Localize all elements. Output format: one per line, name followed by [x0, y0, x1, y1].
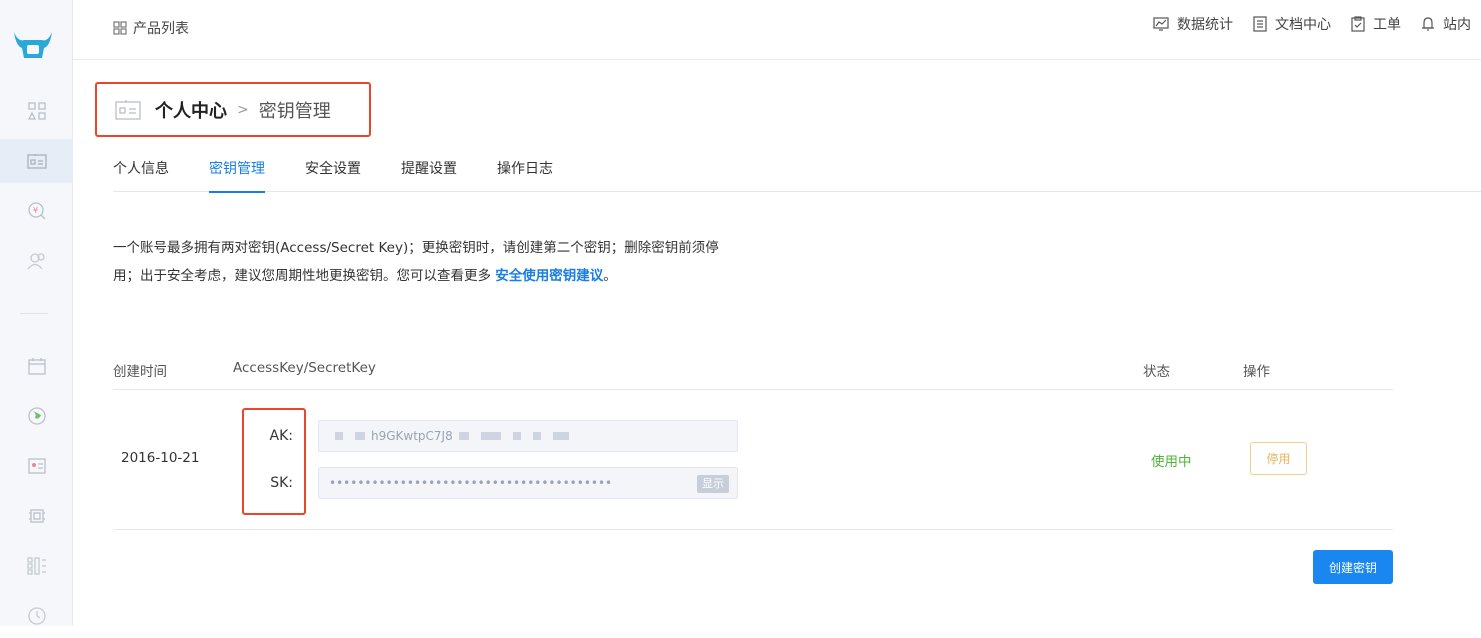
header-keys: AccessKey/SecretKey	[233, 360, 376, 376]
header-status: 状态	[1143, 364, 1170, 380]
breadcrumb: 个人中心 > 密钥管理	[95, 82, 371, 137]
redaction-block	[512, 432, 521, 440]
nav-messages-label: 站内	[1443, 17, 1471, 33]
document-icon	[1253, 16, 1267, 32]
secret-key-masked: ••••••••••••••••••••••••••••••••••••••••	[329, 476, 613, 490]
product-list-link[interactable]: 产品列表	[113, 18, 189, 38]
key-description: 一个账号最多拥有两对密钥(Access/Secret Key)；更换密钥时，请创…	[113, 234, 753, 290]
top-bar: 产品列表 数据统计 文档中心 工单 站内	[73, 0, 1481, 60]
bell-icon	[1422, 17, 1434, 31]
created-date: 2016-10-21	[121, 450, 200, 466]
grid-icon	[113, 21, 127, 35]
top-nav: 数据统计 文档中心 工单 站内	[1153, 14, 1481, 34]
nav-messages[interactable]: 站内	[1421, 14, 1471, 34]
apps-icon[interactable]	[0, 89, 73, 133]
chart-icon	[1153, 17, 1169, 31]
header-action: 操作	[1243, 364, 1270, 380]
row-divider	[113, 529, 1393, 530]
chevron-right-icon: >	[237, 101, 249, 118]
chip-icon[interactable]	[0, 494, 73, 538]
description-line-1: 一个账号最多拥有两对密钥(Access/Secret Key)；更换密钥时，请创…	[113, 240, 719, 256]
grid-list-icon[interactable]	[0, 544, 73, 588]
tab-personal-info[interactable]: 个人信息	[113, 150, 169, 192]
key-label-highlight	[242, 408, 306, 515]
create-key-button[interactable]: 创建密钥	[1313, 550, 1393, 584]
nav-ticket[interactable]: 工单	[1351, 14, 1401, 34]
sk-label: SK:	[270, 475, 293, 491]
sidebar: ¥	[0, 0, 73, 626]
calendar-icon[interactable]	[0, 344, 73, 388]
redaction-block	[480, 432, 501, 440]
redaction-block	[335, 432, 343, 440]
redaction-block	[458, 432, 469, 440]
secret-key-field[interactable]: ••••••••••••••••••••••••••••••••••••••••…	[318, 467, 738, 499]
clipboard-icon	[1351, 16, 1365, 32]
description-line-2: 用；出于安全考虑，建议您周期性地更换密钥。您可以查看更多 安全使用密钥建议。	[113, 262, 753, 290]
nav-data-stats-label: 数据统计	[1177, 17, 1233, 33]
search-money-icon[interactable]: ¥	[0, 189, 73, 233]
tab-bar: 个人信息 密钥管理 安全设置 提醒设置 操作日志	[113, 150, 1481, 193]
sidebar-divider	[20, 313, 48, 314]
globe-icon[interactable]	[0, 394, 73, 438]
users-icon[interactable]	[0, 239, 73, 283]
product-list-label: 产品列表	[133, 21, 189, 37]
access-key-field[interactable]: h9GKwtpC7J8	[318, 420, 738, 452]
nav-doc-center-label: 文档中心	[1275, 17, 1331, 33]
tab-key-management[interactable]: 密钥管理	[209, 150, 265, 193]
id-card-icon[interactable]	[0, 139, 73, 183]
redaction-block	[532, 432, 541, 440]
redaction-block	[355, 432, 365, 440]
nav-ticket-label: 工单	[1373, 17, 1401, 33]
id-card-icon	[115, 99, 141, 120]
nav-data-stats[interactable]: 数据统计	[1153, 14, 1233, 34]
status-badge: 使用中	[1151, 454, 1192, 470]
redaction-block	[552, 432, 569, 440]
tab-security-settings[interactable]: 安全设置	[305, 150, 361, 192]
clock-icon[interactable]	[0, 594, 73, 638]
logo-icon[interactable]	[12, 28, 54, 62]
header-divider	[113, 389, 1393, 390]
description-line-2-suffix: 。	[603, 268, 617, 284]
page-title: 个人中心	[155, 100, 227, 122]
access-key-value: h9GKwtpC7J8	[371, 429, 453, 443]
certificate-icon[interactable]	[0, 444, 73, 488]
disable-key-button[interactable]: 停用	[1250, 442, 1307, 475]
tab-operation-log[interactable]: 操作日志	[497, 150, 553, 192]
page-subtitle: 密钥管理	[258, 100, 331, 122]
svg-text:¥: ¥	[33, 206, 38, 215]
header-created-time: 创建时间	[113, 364, 167, 380]
description-line-2-prefix: 用；出于安全考虑，建议您周期性地更换密钥。您可以查看更多	[113, 268, 496, 284]
secure-key-advice-link[interactable]: 安全使用密钥建议	[495, 268, 603, 284]
ak-label: AK:	[269, 428, 293, 444]
nav-doc-center[interactable]: 文档中心	[1253, 14, 1331, 34]
tab-reminder-settings[interactable]: 提醒设置	[401, 150, 457, 192]
show-secret-button[interactable]: 显示	[697, 475, 729, 493]
